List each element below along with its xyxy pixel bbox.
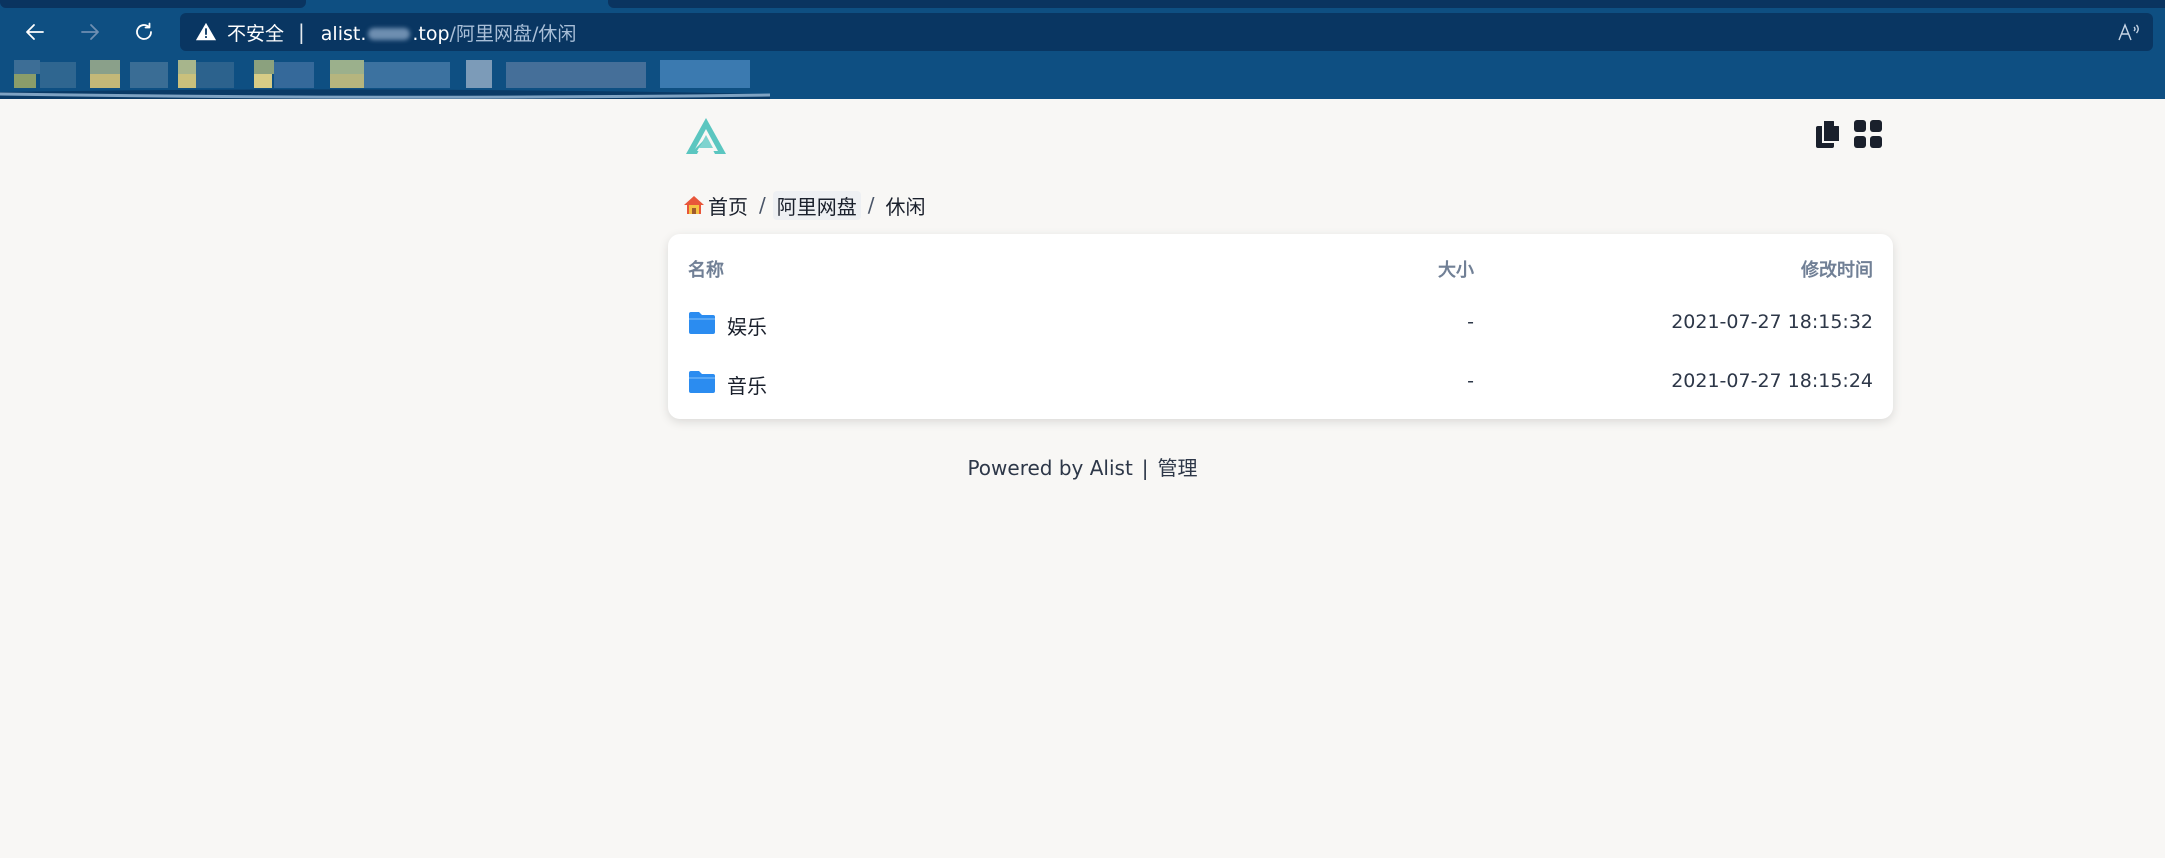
file-modified: 2021-07-27 18:15:32 xyxy=(1671,311,1873,333)
security-label[interactable]: 不安全 xyxy=(227,19,284,46)
browser-tab[interactable] xyxy=(0,0,306,8)
url-text[interactable]: alist. .top/阿里网盘/休闲 xyxy=(321,19,577,46)
footer-separator: | xyxy=(1141,456,1149,480)
address-separator: | xyxy=(298,20,305,44)
reload-button[interactable] xyxy=(126,14,162,50)
column-header-size[interactable]: 大小 xyxy=(1438,256,1474,282)
file-size: - xyxy=(1467,370,1474,392)
breadcrumb-item-home[interactable]: 首页 xyxy=(683,191,748,220)
file-name[interactable]: 音乐 xyxy=(727,370,767,399)
reload-icon xyxy=(136,22,152,40)
blurred-bookmarks xyxy=(0,60,771,99)
file-size: - xyxy=(1467,311,1474,333)
warning-icon[interactable] xyxy=(195,21,217,43)
column-header-name[interactable]: 名称 xyxy=(688,256,724,282)
column-header-modified[interactable]: 修改时间 xyxy=(1801,256,1873,282)
back-button[interactable] xyxy=(17,14,53,50)
file-name[interactable]: 娱乐 xyxy=(727,311,767,340)
alist-logo[interactable] xyxy=(683,115,729,157)
read-aloud-icon[interactable] xyxy=(2117,21,2141,43)
url-prefix: alist. xyxy=(320,22,367,45)
copy-icon[interactable] xyxy=(1814,118,1842,150)
redacted-domain xyxy=(368,28,411,40)
breadcrumb-label: 首页 xyxy=(708,194,748,219)
file-list: 名称 大小 修改时间 娱乐 - 2021-07-27 18:15:32 音乐 -… xyxy=(668,234,1893,419)
table-row[interactable]: 音乐 - 2021-07-27 18:15:24 xyxy=(668,355,1893,413)
arrow-left-icon xyxy=(26,24,44,40)
forward-button[interactable] xyxy=(72,14,108,50)
arrow-right-icon xyxy=(81,24,99,40)
footer: Powered by Alist | 管理 xyxy=(0,452,2165,481)
folder-icon xyxy=(689,312,715,334)
home-icon xyxy=(684,196,704,214)
folder-icon xyxy=(689,371,715,393)
bookmarks-bar xyxy=(0,54,2165,99)
powered-by-text[interactable]: Powered by Alist xyxy=(967,456,1132,480)
admin-link[interactable]: 管理 xyxy=(1158,456,1198,480)
table-row[interactable]: 娱乐 - 2021-07-27 18:15:32 xyxy=(668,296,1893,354)
file-modified: 2021-07-27 18:15:24 xyxy=(1671,370,1873,392)
tab-strip xyxy=(0,0,2165,10)
breadcrumb: 首页 / 阿里网盘 / 休闲 xyxy=(683,190,926,220)
url-domain-end: .top xyxy=(412,22,450,45)
address-bar[interactable]: 不安全 | alist. .top/阿里网盘/休闲 xyxy=(180,13,2153,51)
url-path: /阿里网盘/休闲 xyxy=(449,22,577,45)
browser-tab[interactable] xyxy=(608,0,2165,8)
breadcrumb-item-aliyun[interactable]: 阿里网盘 xyxy=(772,190,861,220)
browser-toolbar: 不安全 | alist. .top/阿里网盘/休闲 xyxy=(0,10,2165,54)
breadcrumb-item-current[interactable]: 休闲 xyxy=(886,191,926,220)
breadcrumb-separator: / xyxy=(759,193,766,217)
grid-view-icon[interactable] xyxy=(1853,119,1883,149)
breadcrumb-separator: / xyxy=(867,193,875,217)
